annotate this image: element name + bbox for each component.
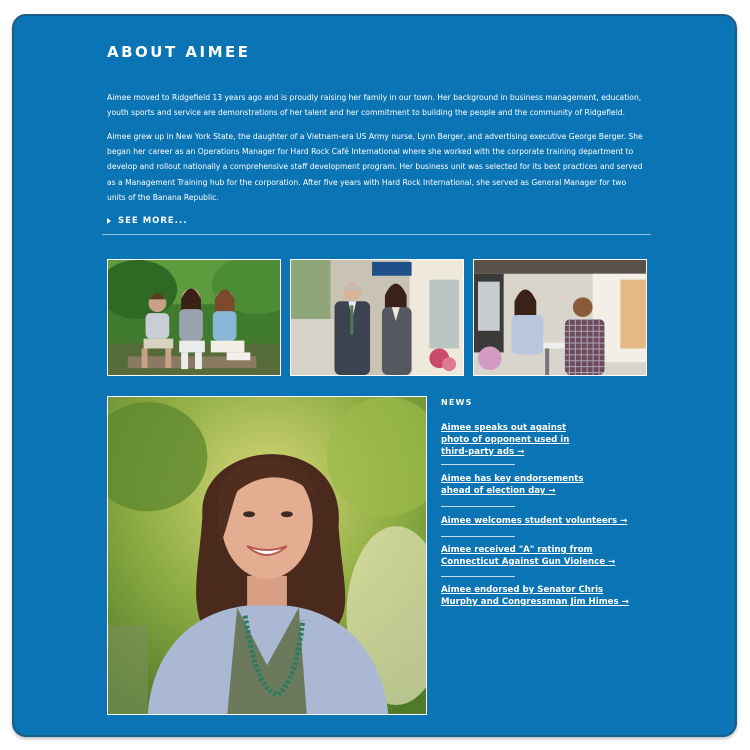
news-link[interactable]: Aimee received "A" rating from Connectic…: [441, 544, 631, 568]
divider: [102, 234, 651, 235]
see-more-label: SEE MORE...: [118, 216, 188, 226]
news-link[interactable]: Aimee welcomes student volunteers →: [441, 515, 641, 527]
endorsement-photo: [290, 259, 464, 376]
news-separator: [441, 576, 515, 577]
caret-right-icon: [107, 218, 111, 224]
news-heading: NEWS: [441, 398, 473, 407]
family-photo: [107, 259, 281, 376]
news-link[interactable]: Aimee has key endorsements ahead of elec…: [441, 473, 591, 497]
news-separator: [441, 506, 515, 507]
cafe-photo: [473, 259, 647, 376]
see-more-link[interactable]: SEE MORE...: [107, 216, 187, 226]
about-paragraph-1: Aimee moved to Ridgefield 13 years ago a…: [107, 93, 642, 118]
news-link[interactable]: Aimee endorsed by Senator Chris Murphy a…: [441, 584, 641, 608]
portrait-photo: [107, 396, 427, 715]
news-separator: [441, 464, 515, 465]
news-link[interactable]: Aimee speaks out against photo of oppone…: [441, 422, 581, 458]
news-separator: [441, 536, 515, 537]
about-paragraph-2: Aimee grew up in New York State, the dau…: [107, 132, 643, 202]
section-heading: ABOUT AIMEE: [107, 43, 251, 61]
